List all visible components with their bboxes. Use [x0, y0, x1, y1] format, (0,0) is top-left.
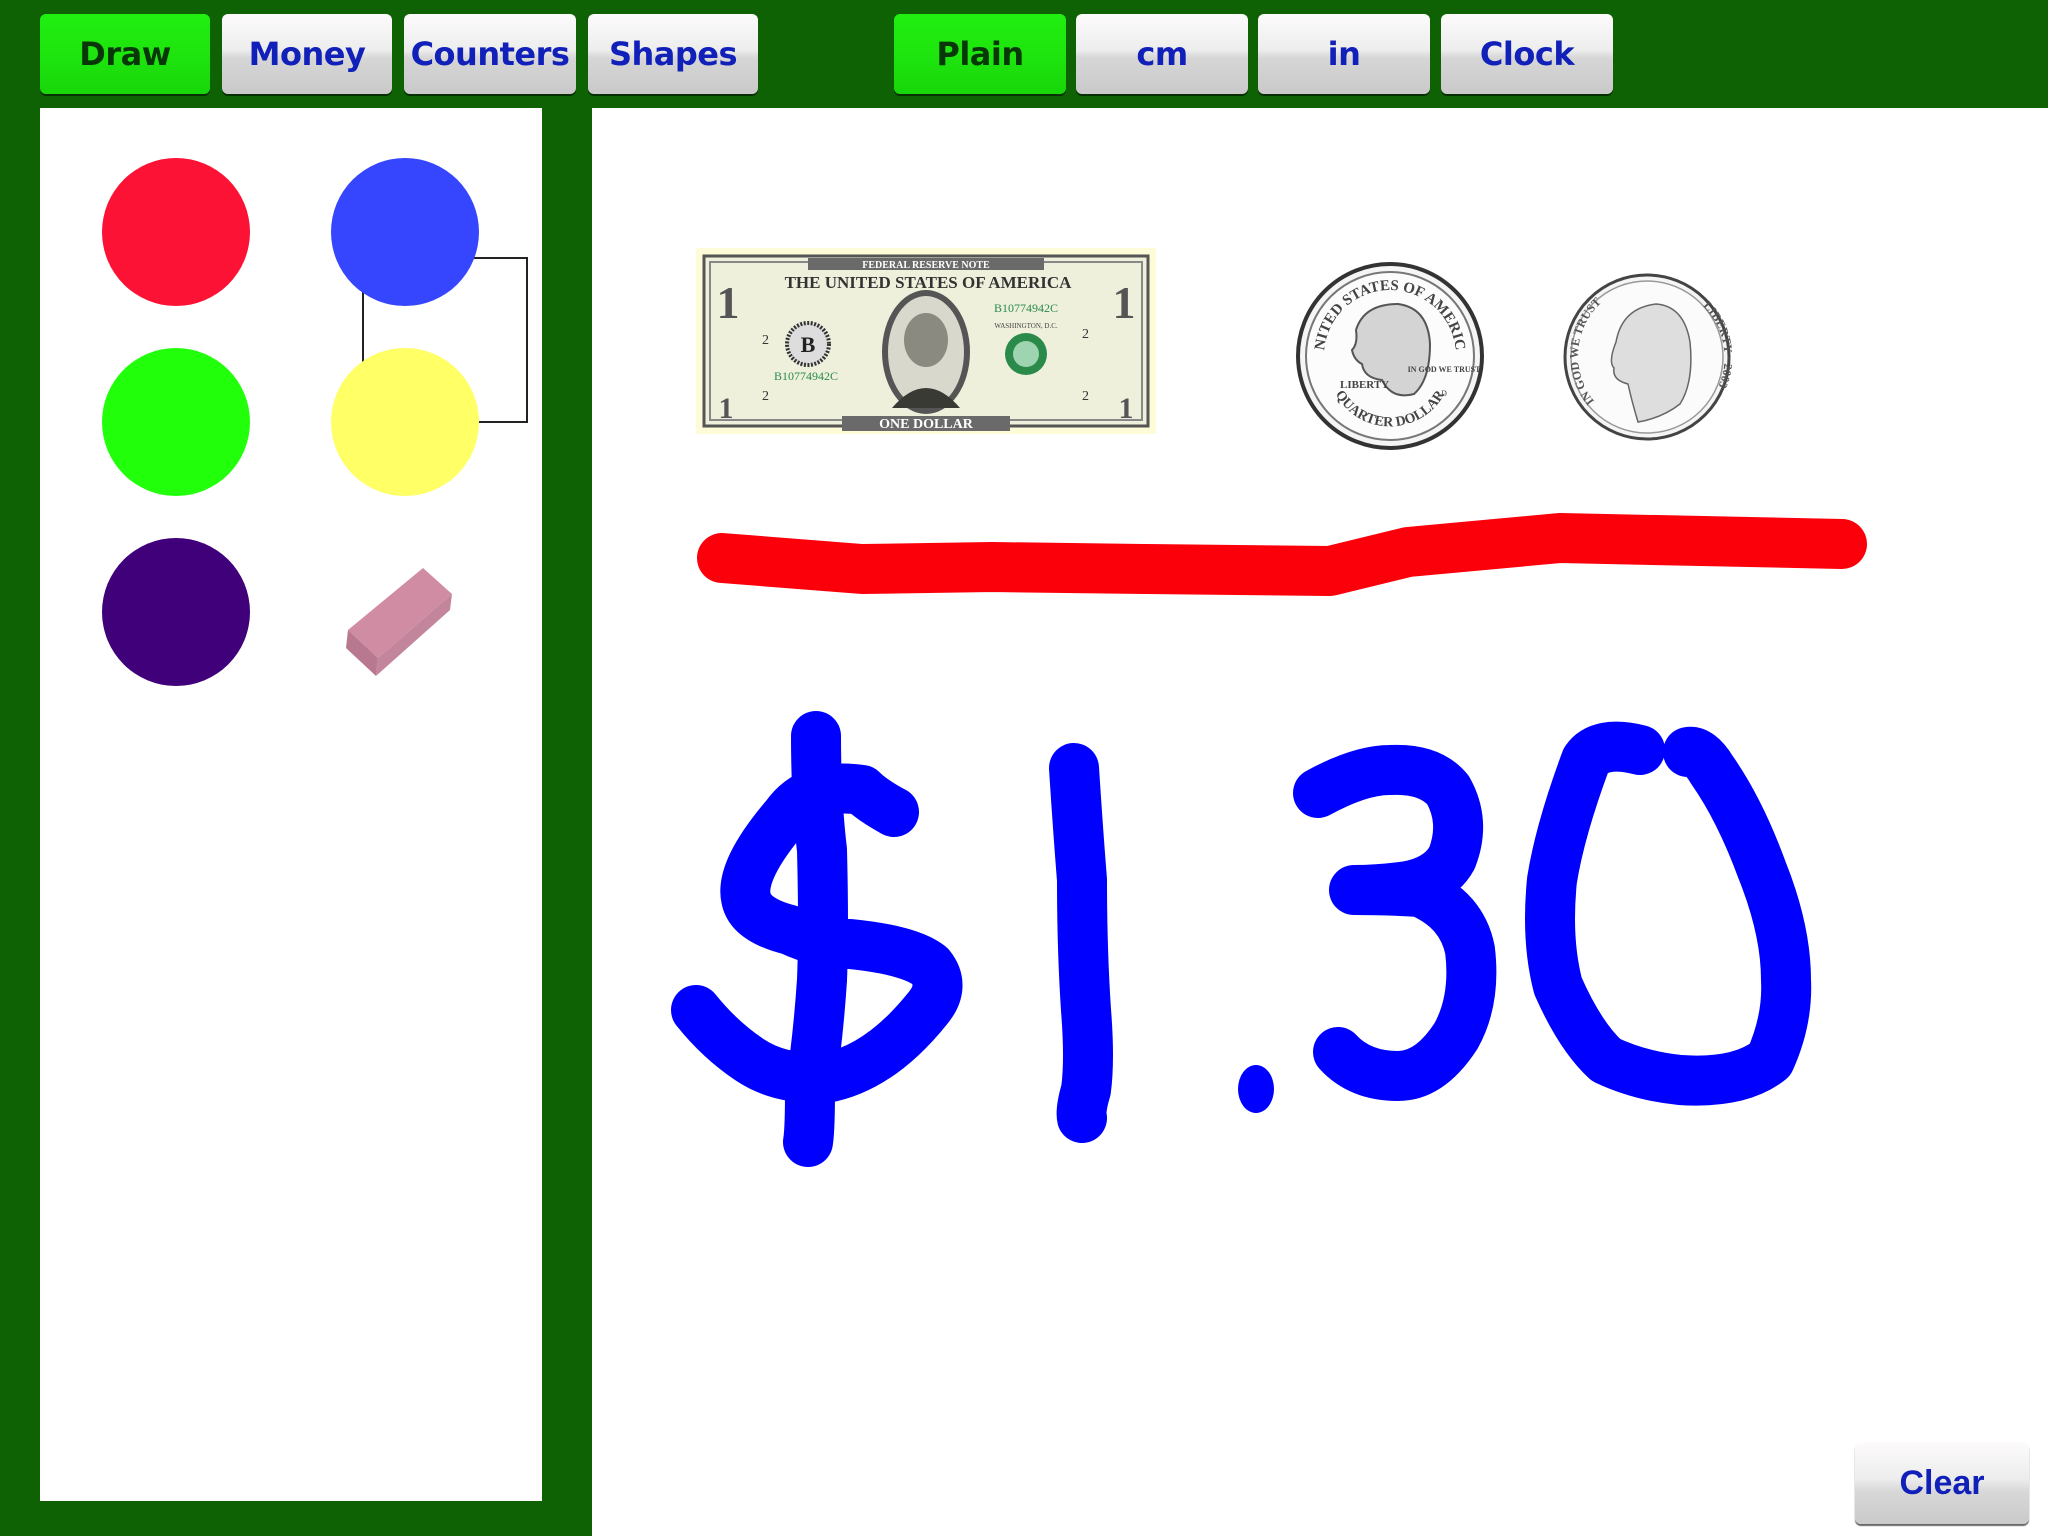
dollar-sign-vertical-stroke: [783, 711, 848, 1167]
yellow-color-swatch[interactable]: [331, 348, 479, 496]
digit-one-stroke: [1049, 743, 1113, 1143]
top-toolbar: Draw Money Counters Shapes Plain cm in C…: [0, 0, 2048, 108]
cm-grid-button[interactable]: cm: [1076, 14, 1248, 94]
money-mode-button[interactable]: Money: [222, 14, 392, 94]
eraser-icon[interactable]: [328, 548, 460, 680]
draw-mode-button[interactable]: Draw: [40, 14, 210, 94]
shapes-mode-button[interactable]: Shapes: [588, 14, 758, 94]
plain-background-button[interactable]: Plain: [894, 14, 1066, 94]
clock-background-button[interactable]: Clock: [1441, 14, 1613, 94]
blue-color-swatch[interactable]: [331, 158, 479, 306]
green-color-swatch[interactable]: [102, 348, 250, 496]
decimal-point: [1238, 1065, 1274, 1113]
drawing-canvas[interactable]: FEDERAL RESERVE NOTE THE UNITED STATES O…: [592, 108, 2048, 1536]
color-palette-panel: [40, 108, 542, 1501]
red-underline-stroke: [697, 513, 1867, 596]
purple-color-swatch[interactable]: [102, 538, 250, 686]
clear-button[interactable]: Clear: [1855, 1442, 2029, 1524]
digit-three-stroke: [1293, 744, 1497, 1101]
digit-zero-stroke: [1525, 721, 1812, 1106]
red-color-swatch[interactable]: [102, 158, 250, 306]
counters-mode-button[interactable]: Counters: [404, 14, 576, 94]
inch-grid-button[interactable]: in: [1258, 14, 1430, 94]
drawing-layer: [671, 513, 1867, 1167]
